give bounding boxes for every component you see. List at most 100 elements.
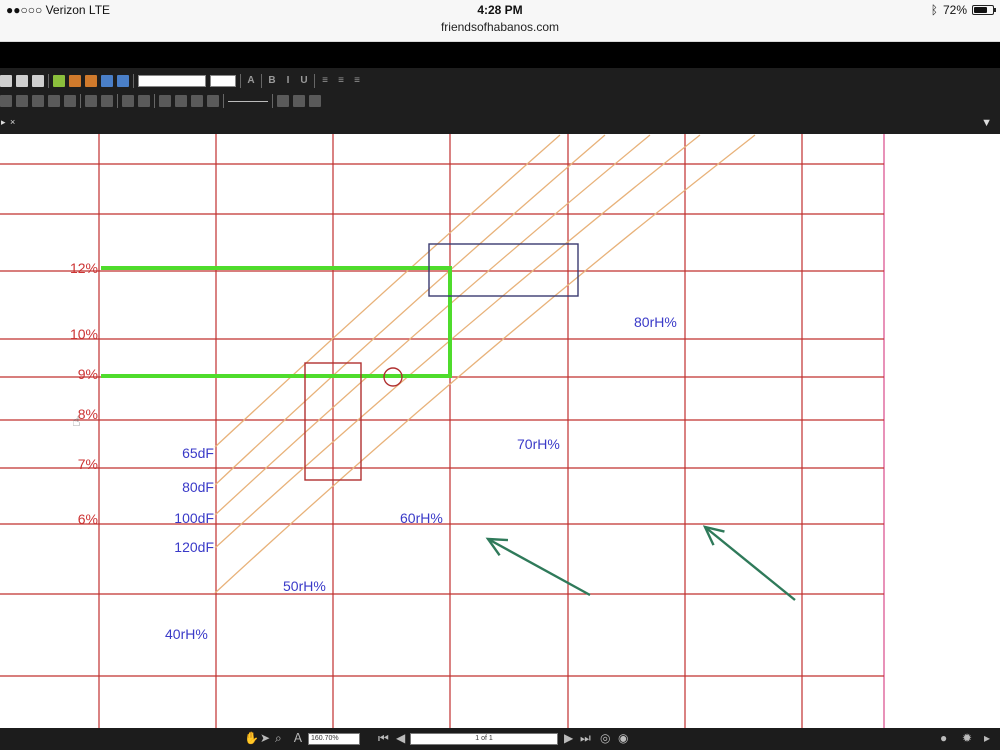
address-bar[interactable]: friendsofhabanos.com [0,20,1000,34]
text-select-icon[interactable]: Ａ [292,730,304,746]
tab-arrow-icon[interactable]: ▸ [1,117,6,128]
annotation-arrow [704,526,796,601]
clock: 4:28 PM [477,3,523,17]
panel-toggle-icon[interactable]: ▸ [984,730,990,746]
list-icon[interactable] [277,95,289,107]
toolbar-divider [240,74,241,88]
temperature-label: 100dF [174,510,214,526]
toolbar-divider [223,94,224,108]
toolbar-divider [314,74,315,88]
zoom-field[interactable]: 160.70% [308,733,360,745]
viewer-toolbar: A B I U ≡ ≡ ≡ ▸ × ▼ [0,68,1000,134]
copy-icon[interactable] [16,75,28,87]
chevron-down-icon[interactable]: ▼ [981,117,992,129]
callout-icon[interactable] [175,95,187,107]
distribute-icon[interactable] [16,95,28,107]
toolbar-divider [154,94,155,108]
italic-icon[interactable]: I [282,75,294,87]
battery-icon [972,5,996,15]
humidity-label: 40rH% [165,626,208,642]
y-tick-label: 8% [78,406,98,422]
tab-strip: ▸ × ▼ [0,114,1000,134]
toolbar-row-arrange [0,92,321,110]
select-tool-icon[interactable]: ➤ [260,730,270,746]
shape-icon[interactable] [191,95,203,107]
hand-tool-icon[interactable]: ✋ [244,730,259,746]
font-family-select[interactable] [138,75,206,87]
temperature-label: 80dF [182,479,214,495]
bluetooth-icon: ᛒ [930,3,938,17]
y-tick-label: 10% [70,326,98,342]
toolbar-divider [80,94,81,108]
next-page-icon[interactable]: ▶ [564,730,573,746]
temperature-label: 120dF [174,539,214,555]
humidity-label: 50rH% [283,578,326,594]
toolbar-divider [261,74,262,88]
humidity-curve [214,134,606,486]
y-tick-label: 7% [78,456,98,472]
underline-icon[interactable]: U [298,75,310,87]
annotation-arrow [487,537,591,597]
font-color-icon[interactable]: A [245,75,257,87]
border-icon[interactable] [309,95,321,107]
image-icon[interactable] [101,75,113,87]
align-top-icon[interactable] [0,95,12,107]
y-tick-label: 9% [78,366,98,382]
attach-icon[interactable] [117,75,129,87]
cursor-icon: ☝ [72,414,81,430]
pattern-icon[interactable] [101,95,113,107]
toolbar-divider [48,74,49,88]
toolbar-divider [272,94,273,108]
status-bar: ●●○○○ Verizon LTE 4:28 PM friendsofhaban… [0,0,1000,42]
chart-svg: 12% 10% 9% 8% 7% 6% 65dF 80dF 100dF 120dF 40rH% 50r… [0,134,885,728]
group-icon[interactable] [48,95,60,107]
align-left-icon[interactable]: ≡ [319,75,331,87]
y-tick-label: 6% [78,511,98,527]
refresh-icon[interactable]: ◎ [600,730,610,746]
temperature-label: 65dF [182,445,214,461]
humidity-curve [214,134,701,549]
humidity-label: 80rH% [634,314,677,330]
zoom-tool-icon[interactable]: ⌕ [275,730,282,746]
font-size-select[interactable] [210,75,236,87]
prev-page-icon[interactable]: ◀ [396,730,405,746]
dash-icon[interactable] [85,95,97,107]
toolbar-divider [117,94,118,108]
bold-icon[interactable]: B [266,75,278,87]
table-icon[interactable] [293,95,305,107]
psychrometric-chart: 12% 10% 9% 8% 7% 6% 65dF 80dF 100dF 120dF 40rH% 50r… [0,134,1000,728]
align-center-icon[interactable]: ≡ [335,75,347,87]
paste-icon[interactable] [32,75,44,87]
save-icon[interactable] [0,75,12,87]
grid-icon[interactable] [32,95,44,107]
lightbulb-icon[interactable]: ✹ [962,730,972,746]
align-right-icon[interactable]: ≡ [351,75,363,87]
pen-icon[interactable] [53,75,65,87]
first-page-icon[interactable]: ⏮ [378,730,389,746]
stop-icon[interactable]: ◉ [618,730,628,746]
page-field[interactable]: 1 of 1 [410,733,558,745]
line-style-icon[interactable] [228,100,268,102]
stamp-icon[interactable] [159,95,171,107]
flip-icon[interactable] [122,95,134,107]
humidity-curve [214,134,651,516]
battery-percent: 72% [942,3,967,17]
rotate-icon[interactable] [138,95,150,107]
status-right: ᛒ 72% [930,3,996,17]
pencil-icon[interactable] [85,75,97,87]
viewer-title-bar [0,42,1000,68]
toolbar-divider [133,74,134,88]
close-icon[interactable]: × [10,117,15,127]
humidity-label: 60rH% [400,510,443,526]
last-page-icon[interactable]: ⏭ [580,730,591,746]
measure-icon[interactable] [207,95,219,107]
battery-fill [974,7,987,13]
humidity-label: 70rH% [517,436,560,452]
highlight-path [101,266,452,378]
y-tick-label: 12% [70,260,98,276]
ungroup-icon[interactable] [64,95,76,107]
highlighter-icon[interactable] [69,75,81,87]
viewer-status-bar: ✋ ➤ ⌕ Ａ 160.70% ⏮ ◀ 1 of 1 ▶ ⏭ ◎ ◉ ● ✹ ▸ [0,728,1000,750]
user-icon[interactable]: ● [940,730,947,746]
toolbar-row-format: A B I U ≡ ≡ ≡ [0,72,363,90]
